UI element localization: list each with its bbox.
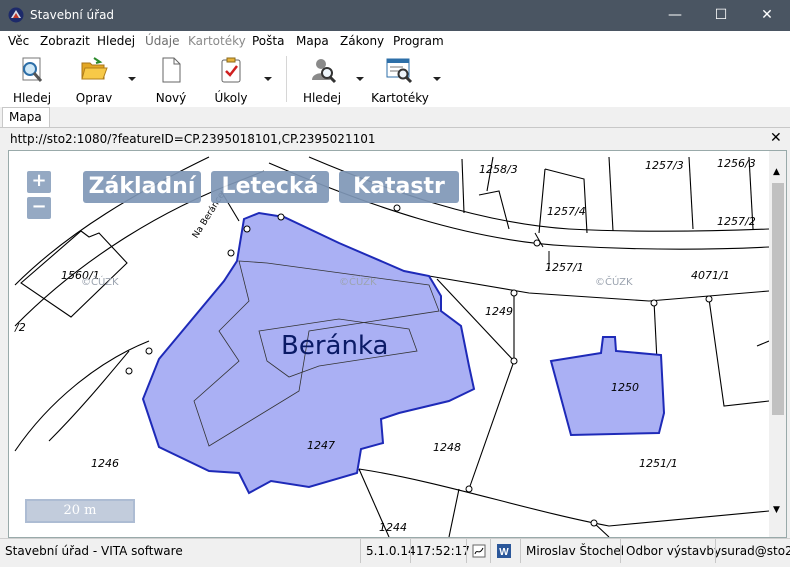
search-button[interactable]: Hledej (4, 53, 60, 105)
edit-button-label: Oprav (75, 91, 113, 105)
folder-open-icon (81, 57, 108, 80)
menu-udaje[interactable]: Údaje (145, 34, 179, 48)
layer-letecka-button[interactable]: Letecká (211, 171, 329, 203)
app-icon (8, 7, 24, 23)
edit-button[interactable]: Oprav (68, 53, 128, 105)
parcel-label-1247: 1247 (307, 439, 335, 452)
parcel-label-1248: 1248 (433, 441, 461, 454)
search-document-icon (22, 57, 43, 82)
map-scrollbar[interactable]: ▲ ▼ (769, 151, 786, 537)
beranka-label: Beránka (281, 331, 389, 361)
svg-text:W: W (499, 547, 509, 558)
tasks-button[interactable]: Úkoly (206, 53, 256, 105)
search-button-label: Hledej (12, 91, 52, 105)
menu-hledej[interactable]: Hledej (97, 34, 135, 48)
parcel-1250 (549, 336, 666, 437)
parcel-label-1257-3: 1257/3 (645, 159, 684, 172)
parcel-label-1244: 1244 (379, 521, 407, 534)
parcel-label-1257-2: 1257/2 (717, 215, 756, 228)
tab-mapa[interactable]: Mapa (2, 107, 50, 127)
card-index-dropdown-arrow[interactable] (433, 77, 441, 81)
menu-mapa[interactable]: Mapa (296, 34, 329, 48)
tasks-button-label: Úkoly (214, 91, 248, 105)
parcel-label-1256-3: 1256/3 (717, 157, 756, 170)
parcel-label-4071-1: 4071/1 (691, 269, 730, 282)
status-bar: Stavební úřad - VITA software 5.1.0.14 1… (0, 538, 790, 563)
parcel-label-1249: 1249 (485, 305, 513, 318)
layer-katastr-button[interactable]: Katastr (339, 171, 459, 203)
minimize-button[interactable]: — (652, 0, 698, 31)
parcel-label-2: /2 (15, 321, 26, 334)
new-button-label: Nový (155, 91, 187, 105)
status-time: 17:52:17 (410, 539, 470, 563)
tasks-dropdown-arrow[interactable] (264, 77, 272, 81)
new-button[interactable]: Nový (146, 53, 196, 105)
watermark: ©ČÚZK (339, 277, 377, 288)
close-map-icon[interactable]: ✕ (770, 130, 782, 146)
new-document-icon (162, 57, 181, 83)
parcel-label-1257-4: 1257/4 (547, 205, 586, 218)
map-view[interactable]: 1560/1 ©ČÚZK ©ČÚZK ©ČÚZK Na Beránce Berá… (8, 150, 787, 538)
parcel-label-1250: 1250 (611, 381, 639, 394)
word-icon[interactable]: W (490, 539, 520, 563)
title-bar: Stavební úřad — ☐ ✕ (0, 0, 790, 31)
card-index-icon (386, 58, 413, 84)
watermark: ©ČÚZK (595, 277, 633, 288)
scrollbar-thumb[interactable] (772, 183, 784, 415)
toolbar: Hledej Oprav Nový Úkoly Hledej Kartotéky (0, 51, 790, 108)
maximize-icon: ☐ (714, 7, 728, 23)
search-person-dropdown-arrow[interactable] (356, 77, 364, 81)
menu-kartoteky[interactable]: Kartotéky (188, 34, 246, 48)
parcel-label-1258-3: 1258/3 (479, 163, 518, 176)
status-user: Miroslav Štochel (520, 539, 624, 563)
cadastral-map[interactable] (9, 151, 769, 537)
clipboard-check-icon (221, 57, 241, 83)
layer-zakladni-button[interactable]: Základní (83, 171, 201, 203)
signature-icon[interactable] (466, 539, 490, 563)
card-index-button[interactable]: Kartotéky (370, 53, 430, 105)
search-person-label: Hledej (302, 91, 342, 105)
menu-zobrazit[interactable]: Zobrazit (40, 34, 90, 48)
menu-vec[interactable]: Věc (8, 34, 29, 48)
scroll-down-icon[interactable]: ▼ (773, 505, 780, 515)
close-icon: ✕ (761, 7, 773, 23)
menu-program[interactable]: Program (393, 34, 444, 48)
scroll-up-icon[interactable]: ▲ (773, 167, 780, 177)
close-button[interactable]: ✕ (744, 0, 790, 31)
watermark: ©ČÚZK (81, 277, 119, 288)
zoom-out-button[interactable]: − (27, 197, 51, 219)
card-index-label: Kartotéky (371, 91, 429, 105)
search-person-icon (312, 59, 337, 84)
parcel-label-1257-1: 1257/1 (545, 261, 584, 274)
window-title: Stavební úřad (30, 8, 115, 22)
status-login: surad@sto2 (715, 539, 790, 563)
zoom-in-button[interactable]: + (27, 171, 51, 193)
minimize-icon: — (668, 7, 682, 23)
map-url: http://sto2:1080/?featureID=CP.239501810… (10, 132, 376, 146)
scale-bar: 20 m (25, 499, 135, 523)
toolbar-separator (286, 56, 287, 102)
status-app: Stavební úřad - VITA software (5, 544, 183, 558)
edit-dropdown-arrow[interactable] (128, 77, 136, 81)
url-bar: http://sto2:1080/?featureID=CP.239501810… (0, 129, 790, 149)
menu-bar: Věc Zobrazit Hledej Údaje Kartotéky Pošt… (0, 31, 790, 51)
parcel-label-1246: 1246 (91, 457, 119, 470)
parcel-label-1251-1: 1251/1 (639, 457, 678, 470)
status-version: 5.1.0.14 (360, 539, 416, 563)
maximize-button[interactable]: ☐ (698, 0, 744, 31)
search-person-button[interactable]: Hledej (296, 53, 352, 105)
menu-posta[interactable]: Pošta (252, 34, 284, 48)
status-department: Odbor výstavby (620, 539, 721, 563)
tab-bar: Mapa (0, 107, 790, 128)
menu-zakony[interactable]: Zákony (340, 34, 384, 48)
